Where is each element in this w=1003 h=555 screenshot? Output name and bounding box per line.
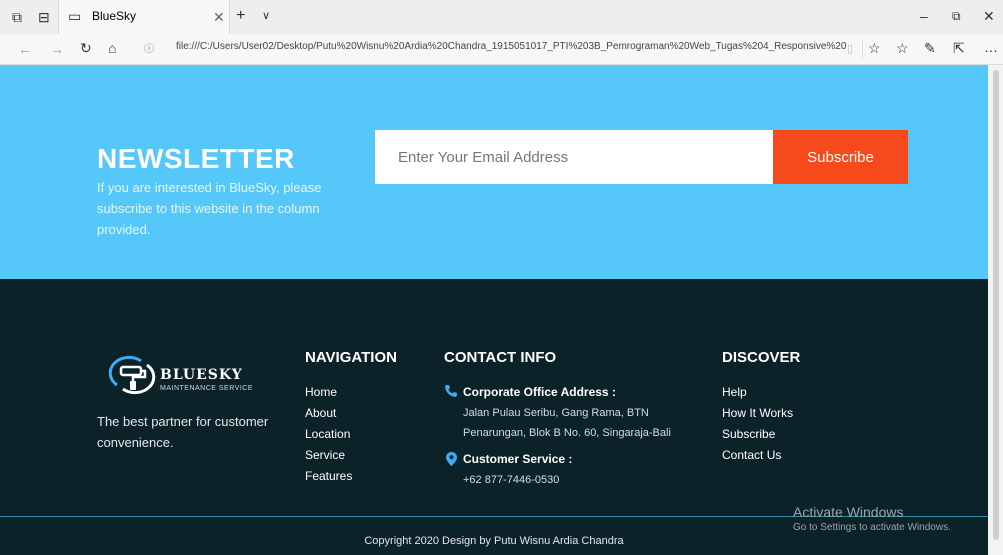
new-tab-icon[interactable]: + bbox=[236, 8, 245, 24]
footer-link-location[interactable]: Location bbox=[305, 427, 350, 441]
footer-tagline: The best partner for customer convenienc… bbox=[97, 414, 269, 450]
newsletter-description: If you are interested in BlueSky, please… bbox=[97, 180, 322, 237]
url-field[interactable]: file:///C:/Users/User02/Desktop/Putu%20W… bbox=[176, 41, 846, 57]
close-tab-icon[interactable]: ✕ bbox=[213, 10, 225, 24]
activate-windows-title: Activate Windows bbox=[793, 504, 904, 520]
refresh-icon[interactable]: ↻ bbox=[80, 41, 92, 55]
email-input[interactable] bbox=[375, 130, 773, 184]
scrollbar-thumb[interactable] bbox=[993, 70, 999, 540]
contact-heading: CONTACT INFO bbox=[444, 349, 557, 366]
notes-pen-icon[interactable]: ✎ bbox=[924, 41, 936, 55]
info-icon[interactable]: ⓘ bbox=[144, 43, 154, 57]
share-icon[interactable]: ⇱ bbox=[953, 41, 965, 55]
navigation-heading: NAVIGATION bbox=[305, 349, 397, 366]
footer-link-home[interactable]: Home bbox=[305, 385, 337, 399]
minimize-icon[interactable]: – bbox=[920, 9, 928, 23]
office-address-label: Corporate Office Address : bbox=[463, 385, 616, 399]
brand-name: BLUESKY bbox=[160, 367, 243, 383]
customer-service-phone: +62 877-7446-0530 bbox=[463, 474, 560, 486]
footer-link-how-it-works[interactable]: How It Works bbox=[722, 406, 793, 420]
more-menu-icon[interactable]: … bbox=[984, 40, 998, 54]
subscribe-button[interactable]: Subscribe bbox=[773, 130, 908, 184]
tab-title: BlueSky bbox=[92, 9, 137, 23]
favorites-list-icon[interactable]: ☆ bbox=[896, 41, 909, 55]
back-icon[interactable]: ← bbox=[18, 42, 32, 56]
customer-service-label: Customer Service : bbox=[463, 452, 573, 466]
bluesky-logo-icon bbox=[108, 355, 156, 395]
favorite-star-icon[interactable]: ☆ bbox=[868, 41, 881, 55]
chevron-down-icon[interactable]: ∨ bbox=[262, 9, 270, 23]
office-address-line2: Penarungan, Blok B No. 60, Singaraja-Bal… bbox=[463, 427, 671, 439]
activate-windows-hint: Go to Settings to activate Windows. bbox=[793, 522, 951, 533]
copyright-text: Copyright 2020 Design by Putu Wisnu Ardi… bbox=[364, 535, 624, 547]
toolbar-divider bbox=[862, 40, 863, 58]
office-address-line1: Jalan Pulau Seribu, Gang Rama, BTN bbox=[463, 407, 649, 419]
restore-icon[interactable]: ⧉ bbox=[952, 9, 961, 23]
location-pin-icon bbox=[446, 452, 457, 466]
footer-link-help[interactable]: Help bbox=[722, 385, 747, 399]
footer-link-subscribe[interactable]: Subscribe bbox=[722, 427, 775, 441]
tab-actions-icon[interactable]: ⧉ bbox=[12, 10, 22, 24]
discover-heading: DISCOVER bbox=[722, 349, 801, 366]
tab-preview-icon[interactable]: ⊟ bbox=[38, 10, 50, 24]
newsletter-title: NEWSLETTER bbox=[97, 143, 295, 174]
footer-link-service[interactable]: Service bbox=[305, 448, 345, 462]
page-icon: ▭ bbox=[68, 8, 82, 24]
brand-subtitle: MAINTENANCE SERVICE bbox=[160, 385, 253, 392]
footer-link-contact-us[interactable]: Contact Us bbox=[722, 448, 781, 462]
footer-link-features[interactable]: Features bbox=[305, 469, 352, 483]
browser-tab[interactable] bbox=[58, 0, 230, 34]
home-icon[interactable]: ⌂ bbox=[108, 41, 116, 55]
footer-link-about[interactable]: About bbox=[305, 406, 336, 420]
forward-icon[interactable]: → bbox=[50, 42, 64, 56]
reading-view-icon[interactable]: ▯ bbox=[847, 42, 853, 56]
window-close-icon[interactable]: ✕ bbox=[983, 9, 995, 23]
phone-icon bbox=[445, 385, 457, 397]
